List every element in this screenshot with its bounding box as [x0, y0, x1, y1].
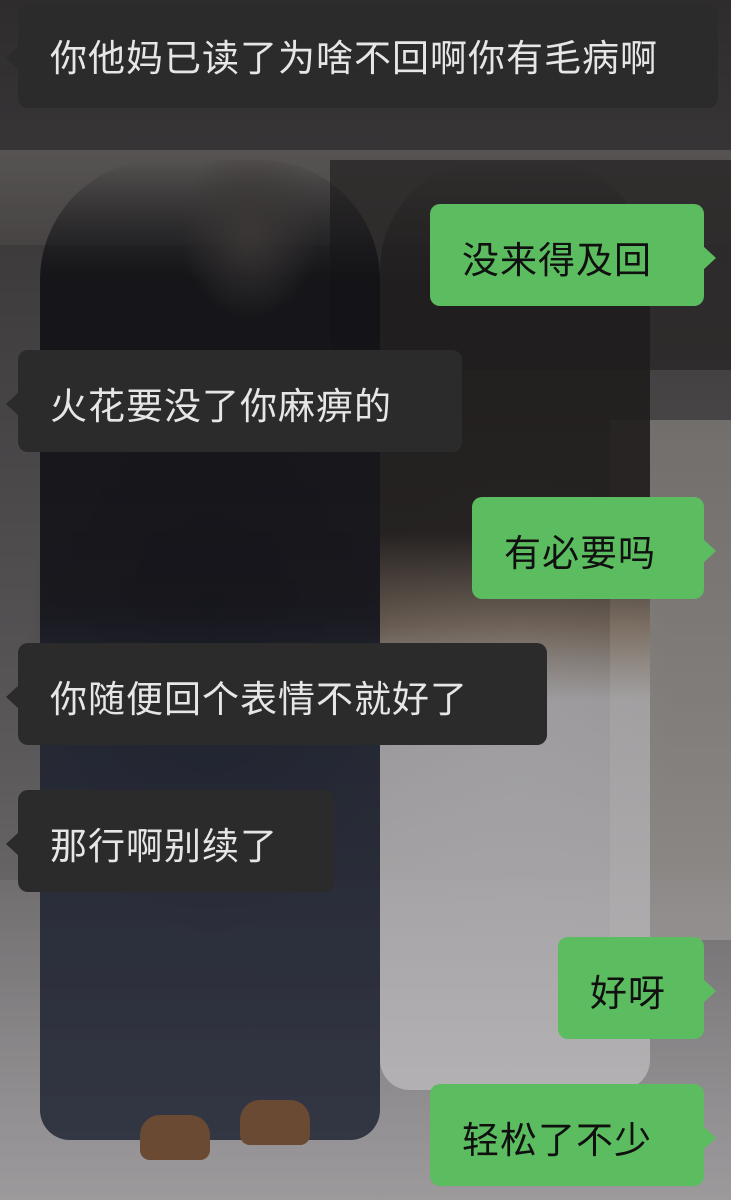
received-message-bubble[interactable]: 你他妈已读了为啥不回啊你有毛病啊 [6, 4, 718, 108]
received-message-bubble[interactable]: 你随便回个表情不就好了 [6, 643, 547, 745]
message-text: 轻松了不少 [462, 1119, 652, 1162]
message-text: 好呀 [590, 972, 666, 1015]
message-list: 你他妈已读了为啥不回啊你有毛病啊 没来得及回 火花要没了你麻痹的 有必要吗 你随… [0, 0, 731, 1200]
received-message-bubble[interactable]: 那行啊别续了 [6, 790, 334, 892]
received-message-bubble[interactable]: 火花要没了你麻痹的 [6, 350, 462, 452]
message-text: 你随便回个表情不就好了 [50, 678, 468, 721]
sent-message-bubble[interactable]: 没来得及回 [430, 204, 716, 306]
sent-message-bubble[interactable]: 好呀 [558, 937, 716, 1039]
message-text: 那行啊别续了 [50, 825, 278, 868]
message-text: 你他妈已读了为啥不回啊你有毛病啊 [50, 37, 658, 80]
message-text: 火花要没了你麻痹的 [50, 385, 392, 428]
sent-message-bubble[interactable]: 轻松了不少 [430, 1084, 716, 1186]
sent-message-bubble[interactable]: 有必要吗 [472, 497, 716, 599]
message-text: 没来得及回 [462, 239, 652, 282]
message-text: 有必要吗 [504, 532, 656, 575]
